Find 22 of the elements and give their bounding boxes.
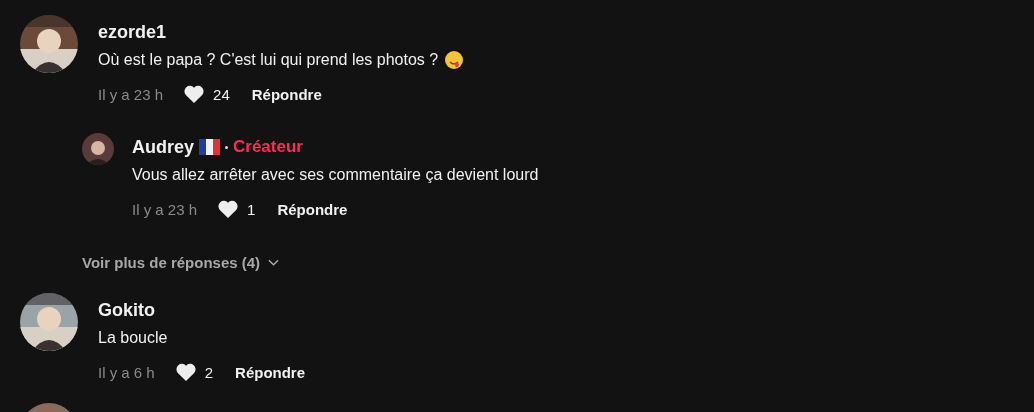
like-count: 2 [204,363,214,381]
like-count: 1 [247,200,256,218]
comment-text: La boucle [98,328,168,348]
chevron-down-icon [268,258,280,267]
heart-icon[interactable] [217,199,240,219]
like-count: 24 [213,85,230,103]
username[interactable]: Gokito [98,299,306,321]
timestamp: Il y a 23 h [132,200,198,218]
reply-button[interactable]: Répondre [277,200,348,218]
username[interactable]: ezorde1 [98,21,539,43]
username[interactable]: Audrey [132,136,194,158]
heart-icon[interactable] [174,362,197,382]
timestamp: Il y a 23 h [98,85,164,103]
timestamp: Il y a 6 h [98,363,155,381]
reply-button[interactable]: Répondre [235,363,306,381]
reply-button[interactable]: Répondre [251,85,322,103]
heart-icon[interactable] [183,84,206,104]
comment-text: Où est le papa ? C'est lui qui prend les photos ? [98,50,439,70]
more-replies-link[interactable]: Voir plus de réponses (4) [82,254,539,271]
separator-dot [225,145,228,149]
comment-text: Vous allez arrêter avec ses commentaire ça devient lourd [132,165,539,185]
creator-label: Créateur [233,137,303,157]
